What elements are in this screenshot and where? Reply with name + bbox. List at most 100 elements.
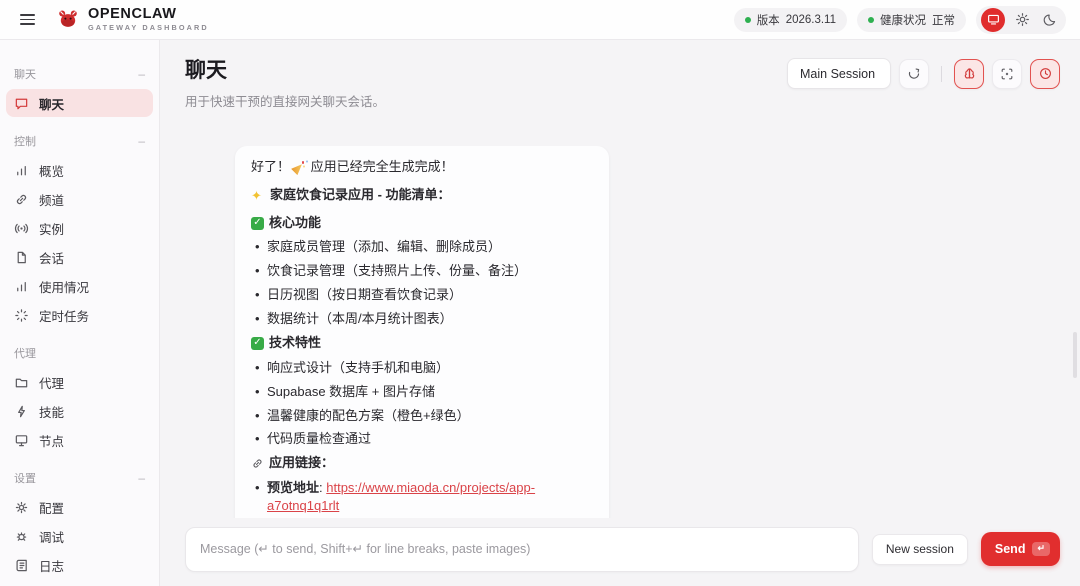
clock-icon	[1039, 68, 1051, 79]
theme-toggle-group	[976, 5, 1066, 34]
list-item: 预览地址: https://www.miaoda.cn/projects/app…	[251, 479, 593, 516]
logs-icon	[16, 559, 27, 571]
sidebar-item-instances[interactable]: 实例	[6, 214, 153, 242]
menu-icon[interactable]	[12, 5, 42, 35]
section-label: 代理	[14, 348, 36, 360]
sidebar-item-sessions[interactable]: 会话	[6, 243, 153, 271]
app-header: OPENCLAW GATEWAY DASHBOARD 版本 2026.3.11 …	[0, 0, 1080, 40]
list-item: 数据统计（本周/本月统计图表）	[251, 310, 593, 329]
history-button[interactable]	[1030, 58, 1060, 89]
version-badge: 版本 2026.3.11	[733, 7, 847, 32]
sidebar-item-label: 节点	[39, 434, 65, 449]
openclaw-logo-icon	[59, 10, 77, 28]
sidebar-item-scheduled-tasks[interactable]: 定时任务	[6, 301, 153, 329]
sidebar-item-label: 概览	[39, 164, 65, 179]
brand-subtitle: GATEWAY DASHBOARD	[88, 23, 209, 33]
list-item: 代码质量检查通过	[251, 430, 593, 449]
timer-icon	[15, 308, 28, 322]
new-session-button[interactable]: New session	[871, 533, 968, 565]
brain-icon	[964, 68, 974, 79]
sidebar-section-settings: 设置 –	[0, 462, 159, 492]
sidebar-item-label: 定时任务	[39, 309, 90, 324]
file-icon	[17, 251, 26, 263]
scan-icon	[1001, 68, 1013, 79]
sidebar: 聊天 – 聊天 控制 – 概览 频道 实例 会话 使用情况 定时任务 代理 代理…	[0, 40, 160, 586]
brand: OPENCLAW GATEWAY DASHBOARD	[56, 5, 209, 33]
sidebar-item-label: 调试	[39, 530, 65, 545]
sidebar-item-label: 频道	[39, 193, 65, 208]
gear-icon	[15, 501, 28, 513]
sidebar-item-label: 聊天	[39, 97, 65, 112]
list-item: 日历视图（按日期查看饮食记录）	[251, 286, 593, 305]
bar-chart-icon	[17, 165, 26, 175]
message-input[interactable]	[185, 526, 859, 572]
health-badge: 健康状况 正常	[857, 7, 966, 32]
check-icon: ✓	[251, 216, 264, 230]
collapse-icon[interactable]: –	[138, 134, 145, 148]
collapse-icon[interactable]: –	[138, 471, 145, 485]
refresh-icon	[908, 67, 920, 79]
light-theme-button[interactable]	[1011, 9, 1033, 31]
page-title: 聊天	[185, 59, 227, 82]
page-subtitle: 用于快速干预的直接网关聊天会话。	[185, 95, 386, 109]
brand-title: OPENCLAW	[88, 5, 177, 22]
link-icon	[253, 459, 262, 468]
list-item: 饮食记录管理（支持照片上传、份量、备注）	[251, 262, 593, 281]
sparkles-icon: ✦	[251, 188, 262, 204]
zap-icon	[18, 405, 25, 417]
composer: New session Send ↵	[160, 520, 1080, 586]
list-item: 家庭成员管理（添加、编辑、删除成员）	[251, 238, 593, 257]
brain-button[interactable]	[954, 58, 984, 89]
collapse-icon[interactable]: –	[138, 67, 145, 81]
tech-features-list: 响应式设计（支持手机和电脑） Supabase 数据库 + 图片存储 温馨健康的…	[251, 359, 593, 450]
sidebar-item-agents[interactable]: 代理	[6, 368, 153, 396]
main-content: 聊天 用于快速干预的直接网关聊天会话。 Main Session 好了！ 应用已…	[160, 40, 1080, 586]
sidebar-item-label: 技能	[39, 405, 65, 420]
scrollbar[interactable]	[1073, 332, 1077, 378]
broadcast-icon	[14, 223, 29, 233]
sidebar-item-skills[interactable]: 技能	[6, 397, 153, 425]
sidebar-item-label: 实例	[39, 222, 65, 237]
status-dot-icon	[868, 16, 874, 23]
sidebar-item-logs[interactable]: 日志	[6, 551, 153, 579]
system-theme-button[interactable]	[981, 7, 1005, 32]
sidebar-item-usage[interactable]: 使用情况	[6, 272, 153, 300]
list-item: 响应式设计（支持手机和电脑）	[251, 359, 593, 378]
refresh-button[interactable]	[899, 58, 929, 89]
list-item: 温馨健康的配色方案（橙色+绿色）	[251, 407, 593, 426]
list-item: Supabase 数据库 + 图片存储	[251, 383, 593, 402]
chat-bubble-icon	[15, 98, 28, 109]
sidebar-item-nodes[interactable]: 节点	[6, 426, 153, 454]
bug-icon	[16, 531, 27, 541]
version-value: 2026.3.11	[785, 13, 836, 26]
section-label: 聊天	[14, 69, 36, 81]
sidebar-item-chat[interactable]: 聊天	[6, 89, 153, 117]
assistant-message: 好了！ 应用已经完全生成完成！ ✦ 家庭饮食记录应用 - 功能清单： ✓ 核心功…	[235, 146, 609, 518]
send-button[interactable]: Send ↵	[980, 532, 1060, 566]
sidebar-item-overview[interactable]: 概览	[6, 156, 153, 184]
sidebar-item-debug[interactable]: 调试	[6, 522, 153, 550]
sidebar-item-label: 代理	[39, 376, 65, 391]
sun-icon	[1015, 13, 1029, 26]
app-links-heading: 应用链接：	[251, 454, 593, 472]
message-list[interactable]: 好了！ 应用已经完全生成完成！ ✦ 家庭饮食记录应用 - 功能清单： ✓ 核心功…	[160, 146, 1080, 518]
sidebar-item-label: 使用情况	[39, 280, 90, 295]
enter-key-icon: ↵	[1032, 542, 1050, 556]
sidebar-item-label: 会话	[39, 251, 65, 266]
focus-button[interactable]	[992, 58, 1022, 89]
message-intro: 好了！ 应用已经完全生成完成！	[251, 159, 454, 174]
sidebar-item-channels[interactable]: 频道	[6, 185, 153, 213]
monitor-icon	[15, 434, 28, 446]
bar-chart-icon	[17, 281, 26, 291]
moon-icon	[1043, 14, 1056, 26]
health-label: 健康状况	[880, 14, 926, 27]
check-icon: ✓	[251, 336, 264, 350]
sidebar-item-label: 日志	[39, 559, 65, 574]
session-selector[interactable]: Main Session	[787, 58, 891, 89]
sidebar-item-config[interactable]: 配置	[6, 493, 153, 521]
core-features-list: 家庭成员管理（添加、编辑、删除成员） 饮食记录管理（支持照片上传、份量、备注） …	[251, 238, 593, 329]
tech-features-heading: ✓ 技术特性	[251, 334, 593, 352]
health-value: 正常	[932, 14, 955, 27]
dark-theme-button[interactable]	[1039, 9, 1061, 31]
sidebar-section-chat: 聊天 –	[0, 58, 159, 88]
